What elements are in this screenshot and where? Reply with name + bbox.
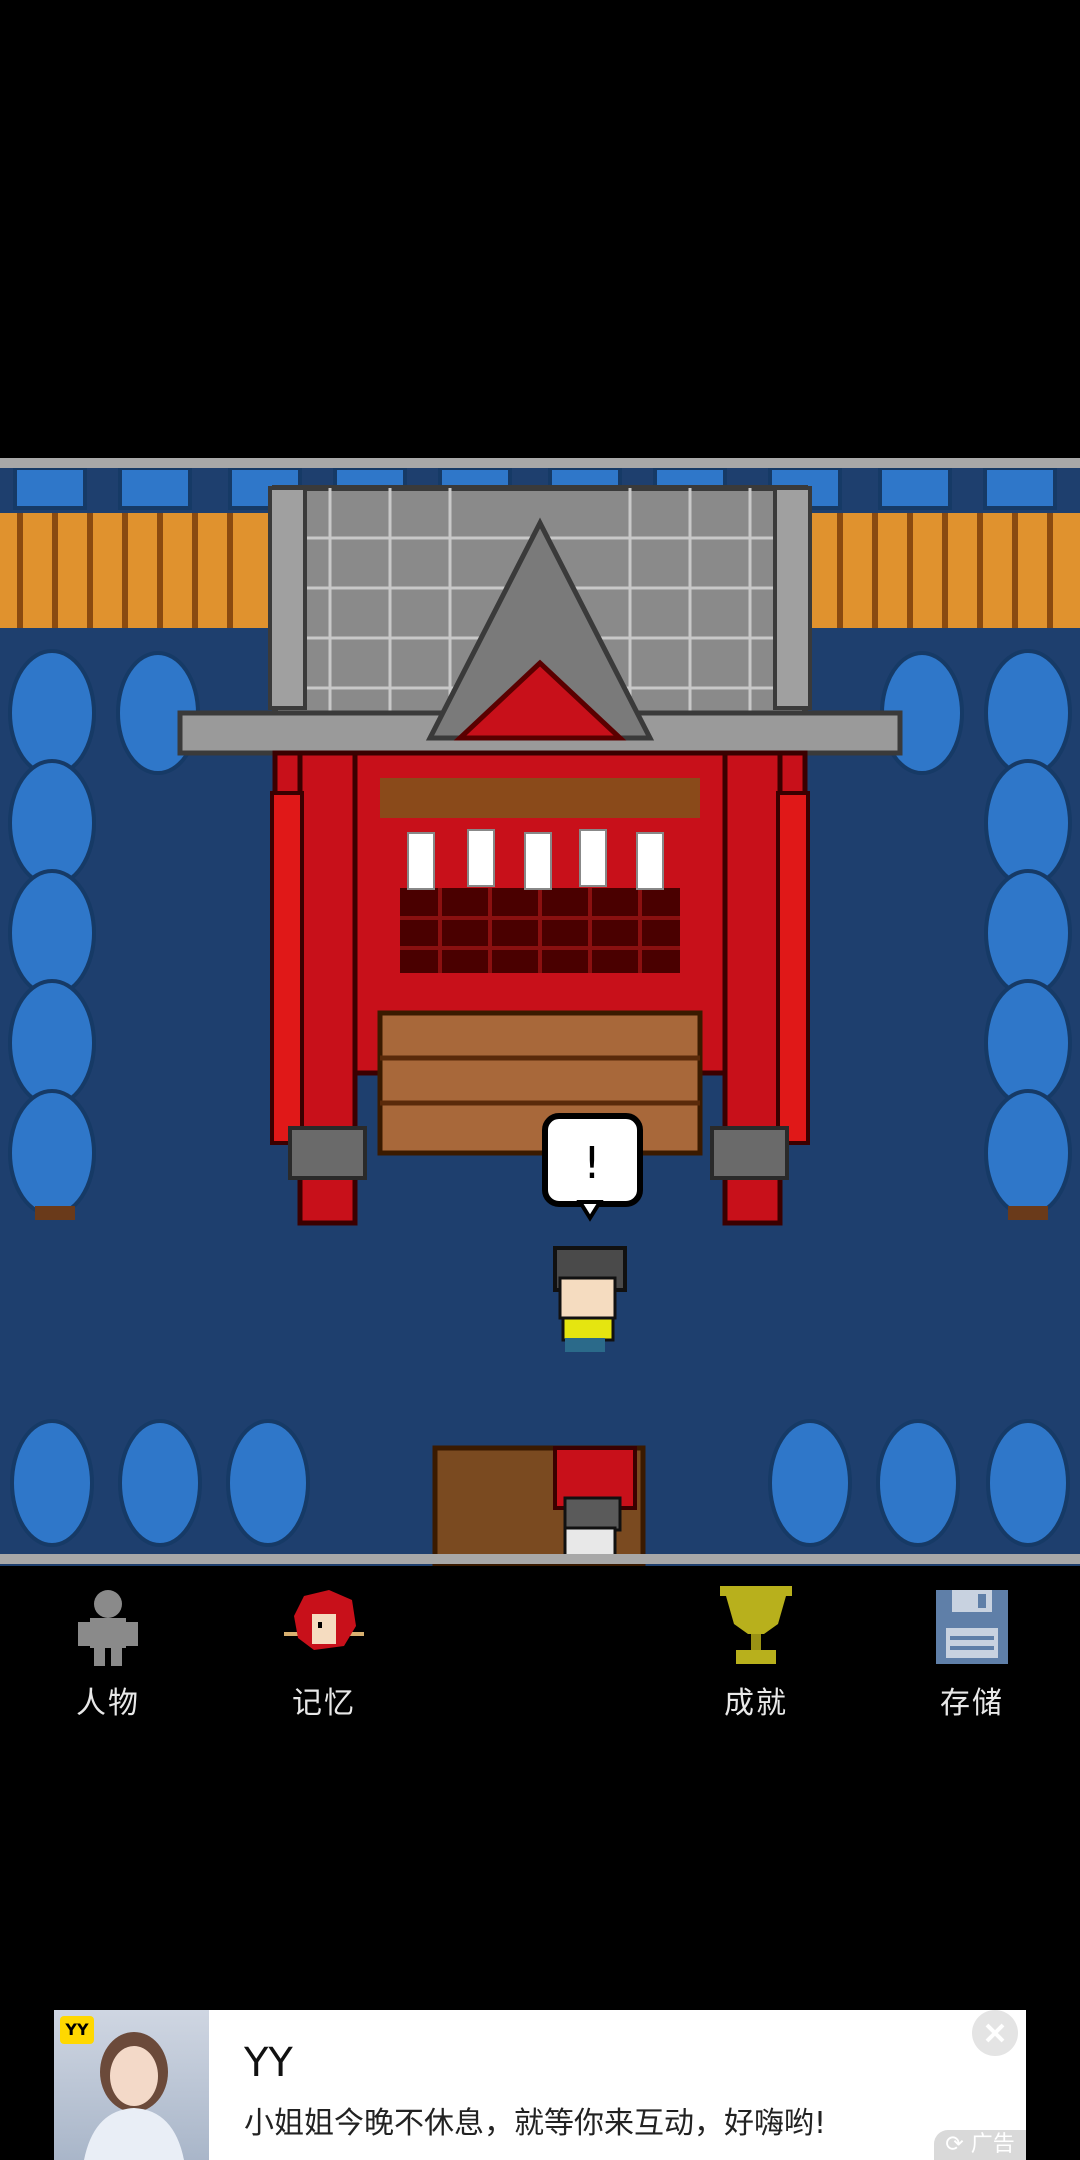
ad-close-button[interactable] [972, 2010, 1018, 2056]
nav-achievement-label: 成就 [724, 1686, 788, 1721]
ad-text: 小姐姐今晚不休息，就等你来互动，好嗨哟! [244, 2106, 827, 2141]
nav-character-label: 人物 [76, 1686, 140, 1721]
nav-character-button[interactable]: 人物 [33, 1578, 183, 1728]
save-icon [936, 1590, 1008, 1664]
game-scene[interactable]: ! [0, 458, 1080, 1566]
memory-icon [284, 1590, 364, 1650]
nav-achievement-button[interactable]: 成就 [681, 1578, 831, 1728]
nav-memory-button[interactable]: 记忆 [249, 1578, 399, 1728]
nav-save-button[interactable]: 存储 [897, 1578, 1047, 1728]
character-icon [78, 1590, 138, 1666]
nav-memory-label: 记忆 [292, 1686, 356, 1721]
trophy-icon [720, 1586, 792, 1664]
ad-tag-label: 广告 [970, 2132, 1015, 2157]
nav-save-label: 存储 [940, 1686, 1004, 1721]
ad-tag: ⟳ 广告 [934, 2130, 1026, 2160]
scene-border-bottom [0, 1554, 1080, 1564]
ad-thumbnail[interactable]: YY [54, 2010, 209, 2160]
girl-character-sprite [553, 1246, 627, 1352]
ad-yy-logo: YY [60, 2016, 94, 2044]
ad-banner[interactable]: YY YY 小姐姐今晚不休息，就等你来互动，好嗨哟! ⟳ 广告 [54, 2010, 1026, 2160]
speech-bubble-text: ! [583, 1138, 601, 1189]
close-icon [985, 2023, 1005, 2043]
shrine-scene-art: ! [0, 458, 1080, 1566]
ad-title: YY [244, 2040, 293, 2086]
ad-tag-icon: ⟳ [945, 2132, 964, 2157]
scene-border-top [0, 458, 1080, 468]
